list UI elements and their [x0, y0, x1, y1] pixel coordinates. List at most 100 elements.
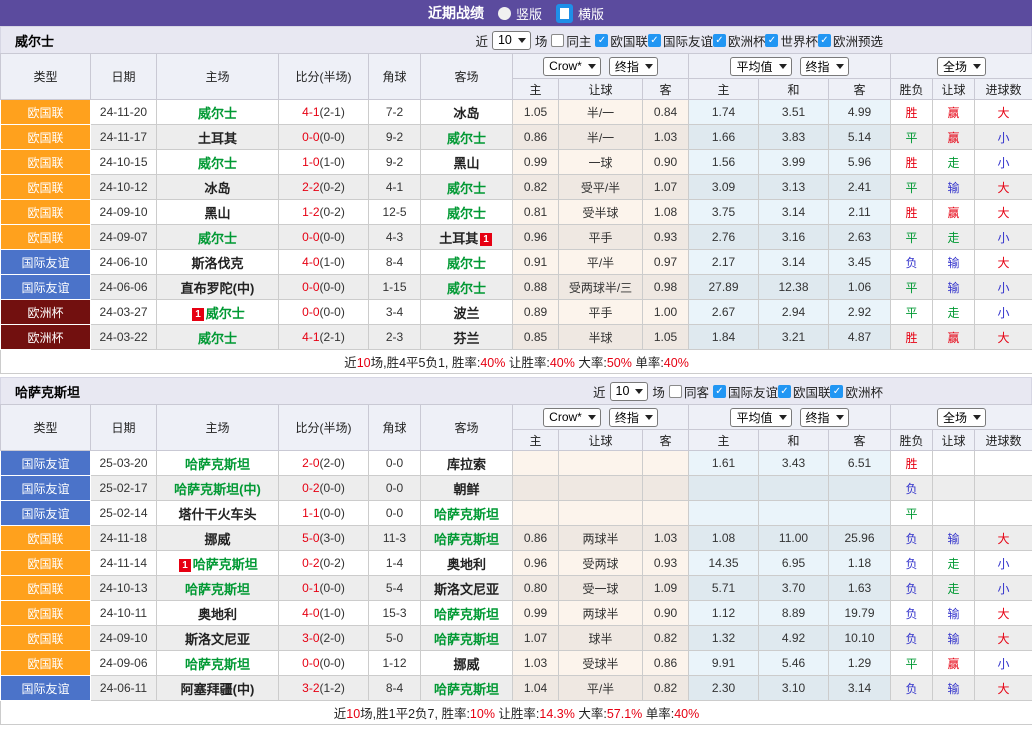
col-header-home: 主场 [157, 54, 279, 100]
radio-selected-icon[interactable] [556, 4, 573, 23]
halftime-score: (0-2) [320, 205, 345, 219]
recent-count-select[interactable]: 10 [610, 382, 649, 401]
view-option-horizontal[interactable]: 横版 [556, 4, 604, 23]
league-checkbox[interactable]: ✓欧国联 [595, 31, 648, 50]
avg-time-select[interactable]: 终指 [800, 408, 849, 427]
home-team-name[interactable]: 威尔士 [198, 231, 237, 246]
checkbox-checked-icon[interactable]: ✓ [818, 34, 831, 47]
scope-select[interactable]: 全场 [937, 57, 986, 76]
halftime-score: (1-0) [320, 606, 345, 620]
checkbox-unchecked-icon[interactable] [669, 385, 682, 398]
away-team-name[interactable]: 黑山 [453, 156, 479, 171]
home-team-name[interactable]: 塔什干火车头 [178, 507, 256, 522]
home-team-name[interactable]: 哈萨克斯坦 [185, 657, 250, 672]
league-checkbox[interactable]: ✓欧洲杯 [713, 31, 766, 50]
chevron-down-icon [588, 64, 596, 69]
odds-company-select[interactable]: Crow* [543, 408, 601, 427]
league-checkbox[interactable]: ✓欧洲杯 [830, 382, 883, 401]
same-venue-checkbox[interactable]: 同客 [669, 382, 709, 401]
checkbox-checked-icon[interactable]: ✓ [713, 34, 726, 47]
radio-unselected-icon[interactable] [498, 7, 511, 20]
avg-odds-select[interactable]: 平均值 [730, 408, 791, 427]
home-team-name[interactable]: 直布罗陀(中) [181, 281, 255, 296]
home-team-name[interactable]: 挪威 [204, 532, 230, 547]
avg-odds-draw: 3.16 [759, 225, 829, 250]
recent-count-select[interactable]: 10 [492, 31, 531, 50]
home-team-name[interactable]: 哈萨克斯坦 [185, 582, 250, 597]
home-team-name[interactable]: 土耳其 [198, 131, 237, 146]
home-team-name[interactable]: 哈萨克斯坦 [193, 557, 258, 572]
corner-score: 0-0 [369, 451, 421, 476]
avg-odds-away: 3.45 [829, 250, 891, 275]
league-checkbox[interactable]: ✓欧洲预选 [818, 31, 883, 50]
league-checkbox[interactable]: ✓欧国联 [778, 382, 831, 401]
home-team-name[interactable]: 哈萨克斯坦 [185, 457, 250, 472]
checkbox-checked-icon[interactable]: ✓ [830, 385, 843, 398]
avg-odds-select[interactable]: 平均值 [730, 57, 791, 76]
summary-text: 40% [480, 356, 505, 370]
home-team-name[interactable]: 哈萨克斯坦(中) [174, 482, 261, 497]
checkbox-unchecked-icon[interactable] [551, 34, 564, 47]
checkbox-checked-icon[interactable]: ✓ [595, 34, 608, 47]
home-team-name[interactable]: 威尔士 [198, 106, 237, 121]
home-team-name[interactable]: 威尔士 [198, 156, 237, 171]
odds-company-select[interactable]: Crow* [543, 57, 601, 76]
away-team-name[interactable]: 威尔士 [447, 206, 486, 221]
handicap-line: 受两球半/三 [559, 275, 643, 300]
away-team-name[interactable]: 库拉索 [447, 457, 486, 472]
scope-select[interactable]: 全场 [937, 408, 986, 427]
league-checkbox[interactable]: ✓国际友谊 [648, 31, 713, 50]
home-team-name[interactable]: 斯洛伐克 [191, 256, 243, 271]
away-team-name[interactable]: 芬兰 [453, 331, 479, 346]
away-team-name[interactable]: 土耳其 [439, 231, 478, 246]
away-team-name[interactable]: 哈萨克斯坦 [434, 607, 499, 622]
away-team-name[interactable]: 威尔士 [447, 181, 486, 196]
home-team-name[interactable]: 威尔士 [198, 331, 237, 346]
away-team-name[interactable]: 朝鲜 [453, 482, 479, 497]
same-venue-checkbox[interactable]: 同主 [551, 31, 591, 50]
halftime-score: (0-0) [320, 130, 345, 144]
checkbox-checked-icon[interactable]: ✓ [713, 385, 726, 398]
away-team-name[interactable]: 威尔士 [447, 131, 486, 146]
view-option-vertical[interactable]: 竖版 [498, 4, 542, 23]
odds-time-select[interactable]: 终指 [609, 408, 658, 427]
col-header-type: 类型 [1, 54, 91, 100]
fulltime-score: 4-1 [302, 330, 319, 344]
home-team-name[interactable]: 冰岛 [204, 181, 230, 196]
home-team-name[interactable]: 奥地利 [198, 607, 237, 622]
away-team-name[interactable]: 威尔士 [447, 256, 486, 271]
away-team-name[interactable]: 哈萨克斯坦 [434, 507, 499, 522]
away-team-name[interactable]: 挪威 [453, 657, 479, 672]
away-team-name[interactable]: 哈萨克斯坦 [434, 632, 499, 647]
checkbox-checked-icon[interactable]: ✓ [765, 34, 778, 47]
away-team-name[interactable]: 哈萨克斯坦 [434, 682, 499, 697]
away-team-name[interactable]: 威尔士 [447, 281, 486, 296]
handicap-odds-away: 0.97 [643, 250, 689, 275]
home-team-name[interactable]: 威尔士 [206, 306, 245, 321]
home-team-cell: 斯洛文尼亚 [157, 626, 279, 651]
odds-time-select[interactable]: 终指 [609, 57, 658, 76]
home-team-name[interactable]: 黑山 [204, 206, 230, 221]
team-name[interactable]: 哈萨克斯坦 [15, 382, 80, 401]
corner-score: 4-3 [369, 225, 421, 250]
checkbox-checked-icon[interactable]: ✓ [778, 385, 791, 398]
away-team-name[interactable]: 哈萨克斯坦 [434, 532, 499, 547]
avg-time-select[interactable]: 终指 [800, 57, 849, 76]
avg-odds-draw: 3.14 [759, 250, 829, 275]
match-date: 24-06-06 [91, 275, 157, 300]
league-checkbox[interactable]: ✓世界杯 [765, 31, 818, 50]
home-team-name[interactable]: 斯洛文尼亚 [185, 632, 250, 647]
checkbox-checked-icon[interactable]: ✓ [648, 34, 661, 47]
away-team-name[interactable]: 冰岛 [453, 106, 479, 121]
league-checkbox-label: 欧洲预选 [833, 31, 883, 50]
away-team-name[interactable]: 奥地利 [447, 557, 486, 572]
away-team-name[interactable]: 波兰 [453, 306, 479, 321]
home-team-name[interactable]: 阿塞拜疆(中) [181, 682, 255, 697]
away-team-cell: 哈萨克斯坦 [421, 526, 513, 551]
team-name[interactable]: 威尔士 [15, 31, 54, 50]
fulltime-score: 0-2 [302, 556, 319, 570]
summary-text: 57.1% [607, 707, 642, 721]
league-checkbox[interactable]: ✓国际友谊 [713, 382, 778, 401]
away-team-name[interactable]: 斯洛文尼亚 [434, 582, 499, 597]
summary-text: 40% [664, 356, 689, 370]
